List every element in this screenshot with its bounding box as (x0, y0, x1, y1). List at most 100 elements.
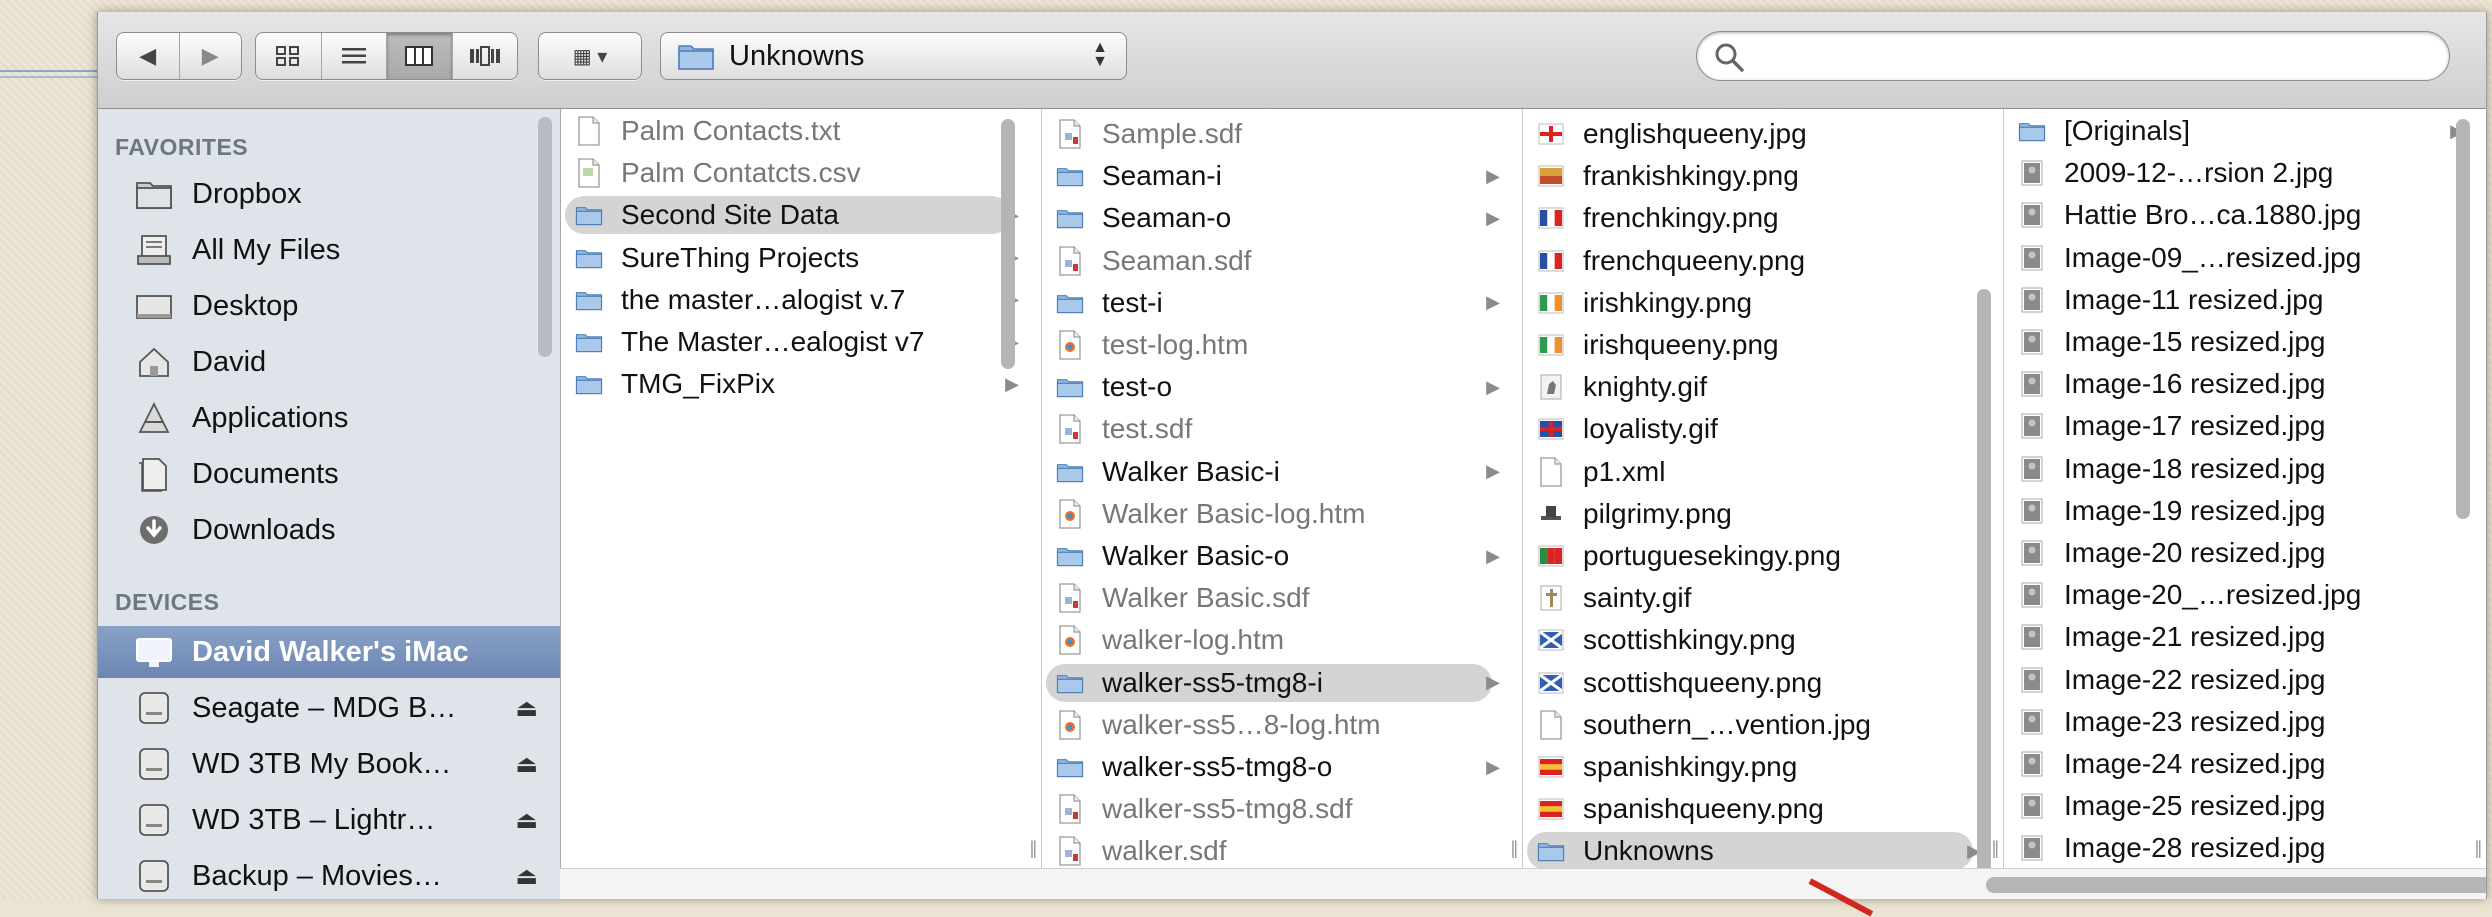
file-row[interactable]: Palm Contacts.txt (561, 111, 1041, 151)
column-view-button[interactable] (387, 33, 453, 79)
sidebar-favorite-item[interactable]: Applications (98, 392, 560, 444)
file-row[interactable]: loyalisty.gif (1523, 409, 2003, 449)
folder-row[interactable]: The Master…ealogist v7▶ (561, 322, 1041, 362)
folder-row[interactable]: TMG_FixPix ▶ (561, 364, 1041, 404)
file-row[interactable]: Seaman.sdf (1042, 241, 1522, 281)
sidebar-scrollbar[interactable] (538, 117, 552, 357)
folder-row[interactable]: test-o ▶ (1042, 367, 1522, 407)
horizontal-scroll-thumb[interactable] (1986, 877, 2486, 893)
file-row[interactable]: Image-22 resized.jpg (2004, 660, 2486, 700)
file-row[interactable]: Image-20_…resized.jpg (2004, 575, 2486, 615)
folder-row[interactable]: walker-ss5-tmg8-o ▶ (1042, 747, 1522, 787)
file-row[interactable]: frenchkingy.png (1523, 198, 2003, 238)
item-label: [Originals] (2064, 115, 2191, 146)
folder-row[interactable]: Walker Basic-o ▶ (1042, 536, 1522, 576)
file-row[interactable]: Image-16 resized.jpg (2004, 364, 2486, 404)
file-row[interactable]: spanishqueeny.png (1523, 789, 2003, 829)
item-label: Palm Contacts.txt (621, 115, 841, 146)
horizontal-scrollbar[interactable] (560, 868, 2486, 899)
file-row[interactable]: scottishkingy.png (1523, 620, 2003, 660)
file-row[interactable]: Image-28 resized.jpg (2004, 828, 2486, 868)
folder-row[interactable]: walker-ss5-tmg8-i ▶ (1042, 663, 1522, 703)
sidebar-favorite-item[interactable]: David (98, 336, 560, 388)
sidebar-device-item[interactable]: Seagate – MDG B… ⏏ (98, 682, 560, 734)
file-row[interactable]: p1.xml (1523, 452, 2003, 492)
sidebar-favorite-item[interactable]: Documents (98, 448, 560, 500)
file-row[interactable]: portuguesekingy.png (1523, 536, 2003, 576)
sidebar-favorite-item[interactable]: Desktop (98, 280, 560, 332)
file-row[interactable]: spanishkingy.png (1523, 747, 2003, 787)
file-row[interactable]: test.sdf (1042, 409, 1522, 449)
path-popup[interactable]: Unknowns ▲ ▼ (660, 32, 1127, 80)
file-row[interactable]: Image-19 resized.jpg (2004, 491, 2486, 531)
file-row[interactable]: Image-23 resized.jpg (2004, 702, 2486, 742)
folder-row[interactable]: [Originals]▶ (2004, 111, 2486, 151)
eject-icon[interactable]: ⏏ (515, 806, 538, 835)
list-view-button[interactable] (322, 33, 387, 79)
sidebar-device-item[interactable]: WD 3TB My Book… ⏏ (98, 738, 560, 790)
icon-view-button[interactable] (256, 33, 322, 79)
file-row[interactable]: frenchqueeny.png (1523, 241, 2003, 281)
folder-row[interactable]: the master…alogist v.7▶ (561, 280, 1041, 320)
column-scrollbar[interactable] (2456, 119, 2470, 519)
file-row[interactable]: irishqueeny.png (1523, 325, 2003, 365)
file-row[interactable]: sainty.gif (1523, 578, 2003, 618)
file-row[interactable]: walker-ss5…8-log.htm (1042, 705, 1522, 745)
folder-row[interactable]: SureThing Projects▶ (561, 238, 1041, 278)
coverflow-view-button[interactable] (453, 33, 518, 79)
file-row[interactable]: Image-21 resized.jpg (2004, 617, 2486, 657)
file-row[interactable]: walker-log.htm (1042, 620, 1522, 660)
eject-icon[interactable]: ⏏ (515, 750, 538, 779)
eject-icon[interactable]: ⏏ (515, 694, 538, 723)
search-field[interactable] (1696, 31, 2450, 81)
sidebar-device-item[interactable]: David Walker's iMac (98, 626, 560, 678)
file-row[interactable]: test-log.htm (1042, 325, 1522, 365)
sidebar-device-item[interactable]: Backup – Movies… ⏏ (98, 850, 560, 899)
file-row[interactable]: Image-24 resized.jpg (2004, 744, 2486, 784)
column-resize-handle[interactable]: || (1030, 838, 1038, 859)
file-row[interactable]: walker-ss5-tmg8.sdf (1042, 789, 1522, 829)
file-row[interactable]: Image-17 resized.jpg (2004, 406, 2486, 446)
sidebar-favorite-item[interactable]: Dropbox (98, 168, 560, 220)
column-scrollbar[interactable] (1977, 289, 1991, 889)
file-row[interactable]: frankishkingy.png (1523, 156, 2003, 196)
file-row[interactable]: Walker Basic-log.htm (1042, 494, 1522, 534)
back-button[interactable]: ◀ (117, 33, 180, 79)
file-row[interactable]: Sample.sdf (1042, 114, 1522, 154)
file-row[interactable]: pilgrimy.png (1523, 494, 2003, 534)
folder-row[interactable]: Unknowns ▶ (1523, 831, 2003, 871)
sidebar-device-item[interactable]: WD 3TB – Lightr… ⏏ (98, 794, 560, 846)
file-row[interactable]: Image-20 resized.jpg (2004, 533, 2486, 573)
file-row[interactable]: englishqueeny.jpg (1523, 114, 2003, 154)
folder-row[interactable]: Walker Basic-i ▶ (1042, 452, 1522, 492)
file-row[interactable]: Image-11 resized.jpg (2004, 280, 2486, 320)
file-row[interactable]: scottishqueeny.png (1523, 663, 2003, 703)
column-resize-handle[interactable]: || (1992, 838, 2000, 859)
sidebar-favorite-item[interactable]: All My Files (98, 224, 560, 276)
htm-file-icon (1056, 499, 1084, 529)
file-row[interactable]: irishkingy.png (1523, 283, 2003, 323)
file-row[interactable]: Palm Contatcts.csv (561, 153, 1041, 193)
sidebar-favorite-item[interactable]: Downloads (98, 504, 560, 556)
file-row[interactable]: knighty.gif (1523, 367, 2003, 407)
column-resize-handle[interactable]: || (2475, 838, 2483, 859)
file-row[interactable]: walker.sdf (1042, 831, 1522, 871)
file-row[interactable]: Image-18 resized.jpg (2004, 449, 2486, 489)
arrange-menu-button[interactable]: ▦ ▾ (538, 32, 642, 80)
file-row[interactable]: Image-15 resized.jpg (2004, 322, 2486, 362)
folder-row[interactable]: Second Site Data▶ (561, 195, 1041, 235)
column-resize-handle[interactable]: || (1511, 838, 1519, 859)
column-scrollbar[interactable] (1001, 119, 1015, 369)
file-row[interactable]: Hattie Bro…ca.1880.jpg (2004, 195, 2486, 235)
folder-row[interactable]: Seaman-i ▶ (1042, 156, 1522, 196)
file-row[interactable]: Walker Basic.sdf (1042, 578, 1522, 618)
file-row[interactable]: Image-09_…resized.jpg (2004, 238, 2486, 278)
eject-icon[interactable]: ⏏ (515, 862, 538, 891)
file-row[interactable]: Image-25 resized.jpg (2004, 786, 2486, 826)
photo-thumb-icon (2018, 285, 2046, 315)
forward-button[interactable]: ▶ (180, 33, 242, 79)
folder-row[interactable]: Seaman-o ▶ (1042, 198, 1522, 238)
file-row[interactable]: 2009-12-…rsion 2.jpg (2004, 153, 2486, 193)
file-row[interactable]: southern_…vention.jpg (1523, 705, 2003, 745)
folder-row[interactable]: test-i ▶ (1042, 283, 1522, 323)
